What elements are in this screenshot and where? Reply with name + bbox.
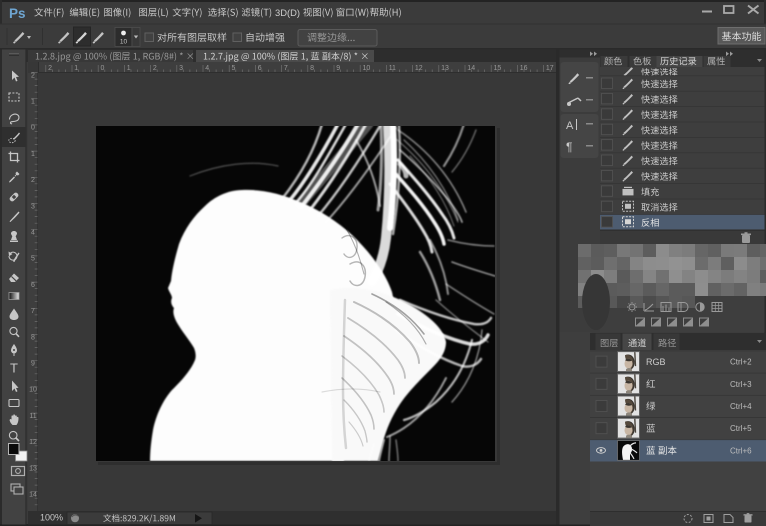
svg-text:Ctrl+5: Ctrl+5 — [730, 424, 752, 433]
svg-text:5: 5 — [31, 256, 35, 263]
svg-text:2: 2 — [31, 72, 35, 79]
svg-text:0: 0 — [101, 65, 105, 72]
svg-text:7: 7 — [31, 308, 35, 315]
svg-text:1: 1 — [74, 65, 78, 72]
svg-text:5: 5 — [232, 65, 236, 72]
svg-text:2: 2 — [153, 65, 157, 72]
svg-text:4: 4 — [31, 230, 35, 237]
svg-text:15: 15 — [494, 65, 502, 72]
svg-text:10: 10 — [29, 387, 37, 394]
svg-text:13: 13 — [29, 465, 37, 472]
svg-text:3D(D): 3D(D) — [275, 7, 300, 18]
svg-text:Ps: Ps — [9, 6, 26, 21]
svg-text:T: T — [10, 361, 18, 376]
svg-text:11: 11 — [389, 65, 396, 72]
svg-text:10: 10 — [363, 65, 371, 72]
svg-text:2: 2 — [48, 65, 52, 72]
svg-text:2: 2 — [31, 177, 35, 184]
svg-text:3: 3 — [179, 65, 183, 72]
svg-text:14: 14 — [29, 492, 37, 499]
svg-text:17: 17 — [546, 65, 554, 72]
svg-text:8: 8 — [310, 65, 314, 72]
svg-text:1: 1 — [31, 151, 35, 158]
svg-text:0: 0 — [31, 125, 35, 132]
svg-text:100%: 100% — [40, 513, 63, 523]
svg-text:Ctrl+3: Ctrl+3 — [730, 380, 752, 389]
svg-text:RGB: RGB — [646, 357, 666, 367]
svg-text:4: 4 — [205, 65, 209, 72]
svg-text:16: 16 — [520, 65, 528, 72]
svg-text:6: 6 — [31, 282, 35, 289]
svg-text:12: 12 — [415, 65, 423, 72]
svg-text:Ctrl+6: Ctrl+6 — [730, 446, 752, 455]
svg-text:¶: ¶ — [566, 140, 572, 154]
svg-text:13: 13 — [441, 65, 449, 72]
svg-text:11: 11 — [29, 413, 36, 420]
svg-text:9: 9 — [31, 361, 35, 368]
svg-text:12: 12 — [29, 439, 37, 446]
svg-text:7: 7 — [284, 65, 288, 72]
svg-text:6: 6 — [258, 65, 262, 72]
svg-text:3: 3 — [31, 203, 35, 210]
svg-text:9: 9 — [336, 65, 340, 72]
svg-text:10: 10 — [120, 39, 128, 46]
svg-text:1: 1 — [127, 65, 131, 72]
svg-text:Ctrl+4: Ctrl+4 — [730, 402, 752, 411]
svg-text:1: 1 — [31, 99, 35, 106]
svg-text:Ctrl+2: Ctrl+2 — [730, 358, 752, 367]
svg-text:8: 8 — [31, 334, 35, 341]
svg-text:A: A — [566, 120, 574, 132]
svg-text:14: 14 — [467, 65, 475, 72]
